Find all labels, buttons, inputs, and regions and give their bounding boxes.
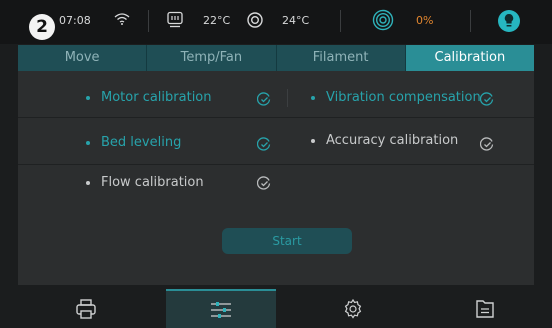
sliders-icon xyxy=(211,301,231,318)
fan-icon xyxy=(372,9,394,31)
option-label: Bed leveling xyxy=(101,135,182,150)
nav-settings[interactable] xyxy=(298,289,408,328)
check-circle-icon[interactable] xyxy=(257,176,271,190)
option-motor-calibration[interactable]: Motor calibration xyxy=(86,89,212,107)
tab-calibration[interactable]: Calibration xyxy=(405,45,534,71)
row-divider xyxy=(18,164,534,165)
bullet xyxy=(86,141,90,145)
nav-files[interactable] xyxy=(430,289,540,328)
fan-speed: 0% xyxy=(416,14,434,27)
nozzle-temperature: 24°C xyxy=(282,14,310,27)
option-accuracy-calibration[interactable]: Accuracy calibration xyxy=(311,132,458,150)
status-divider xyxy=(340,10,341,32)
option-label: Flow calibration xyxy=(101,175,204,190)
status-divider xyxy=(470,10,471,32)
bed-heater-icon xyxy=(166,11,184,29)
check-circle-icon[interactable] xyxy=(257,137,271,151)
status-bar: 2 07:08 22°C 24°C 0% xyxy=(0,0,552,44)
tab-filament[interactable]: Filament xyxy=(277,45,406,71)
printer-icon xyxy=(76,298,96,319)
check-circle-icon[interactable] xyxy=(480,137,494,151)
nav-print[interactable] xyxy=(31,289,141,328)
option-flow-calibration[interactable]: Flow calibration xyxy=(86,174,204,192)
bottom-nav xyxy=(0,289,552,328)
wifi-icon xyxy=(114,12,130,26)
file-icon xyxy=(476,299,494,318)
tab-move[interactable]: Move xyxy=(18,45,148,71)
gear-icon xyxy=(344,298,362,319)
clock: 07:08 xyxy=(59,14,91,27)
option-label: Motor calibration xyxy=(101,90,212,105)
column-divider xyxy=(287,89,288,107)
row-divider xyxy=(18,117,534,118)
option-vibration-compensation[interactable]: Vibration compensation xyxy=(311,89,481,107)
status-divider xyxy=(148,10,149,32)
tab-temp-fan[interactable]: Temp/Fan xyxy=(147,45,277,71)
bullet xyxy=(86,181,90,185)
step-badge: 2 xyxy=(29,14,55,40)
nozzle-icon xyxy=(246,11,264,29)
tab-bar: Move Temp/Fan Filament Calibration xyxy=(18,45,534,71)
bed-temperature: 22°C xyxy=(203,14,231,27)
light-bulb-icon[interactable] xyxy=(497,9,521,33)
check-circle-icon[interactable] xyxy=(480,92,494,106)
check-circle-icon[interactable] xyxy=(257,92,271,106)
calibration-panel: Motor calibration Vibration compensation… xyxy=(18,71,534,285)
bullet xyxy=(311,139,315,143)
start-button[interactable]: Start xyxy=(222,228,352,254)
bullet xyxy=(86,96,90,100)
option-label: Accuracy calibration xyxy=(326,133,459,148)
option-bed-leveling[interactable]: Bed leveling xyxy=(86,134,181,152)
bullet xyxy=(311,96,315,100)
nav-control[interactable] xyxy=(166,289,276,328)
option-label: Vibration compensation xyxy=(326,90,481,105)
